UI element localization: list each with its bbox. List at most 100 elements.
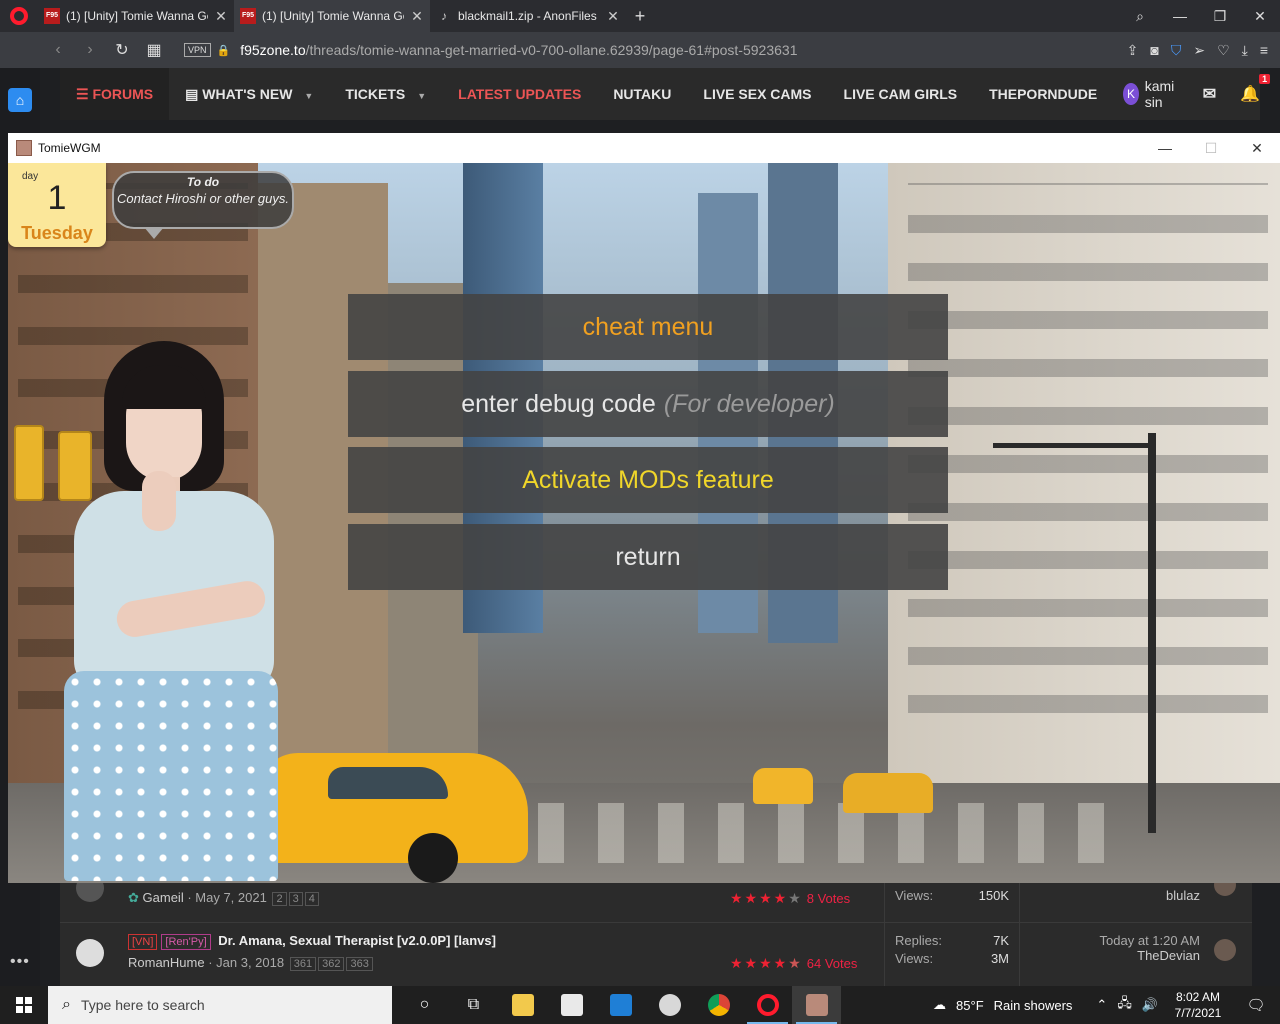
- character-skirt: [64, 671, 278, 881]
- home-icon[interactable]: ⌂: [8, 88, 32, 112]
- todo-text: Contact Hiroshi or other guys.: [117, 191, 289, 206]
- close-tab-icon[interactable]: ✕: [606, 8, 620, 25]
- user-menu[interactable]: K kami sin: [1113, 78, 1191, 110]
- debug-code-button[interactable]: enter debug code (For developer): [348, 371, 948, 437]
- volume-icon[interactable]: 🔊: [1142, 997, 1158, 1013]
- opera-menu-button[interactable]: [0, 0, 38, 32]
- nav-theporndude[interactable]: THEPORNDUDE: [973, 86, 1113, 102]
- activate-mods-button[interactable]: Activate MODs feature: [348, 447, 948, 513]
- lock-icon[interactable]: 🔒: [217, 44, 231, 57]
- page-link[interactable]: 363: [346, 957, 373, 971]
- last-poster: blulaz: [1166, 888, 1200, 903]
- bell-icon[interactable]: 🔔 1: [1228, 74, 1272, 104]
- page-link[interactable]: 361: [289, 957, 317, 971]
- url-field[interactable]: f95zone.to/threads/tomie-wanna-get-marri…: [240, 42, 797, 58]
- taskbar-search[interactable]: ⌕ Type here to search: [48, 986, 392, 1024]
- menu-icon[interactable]: ≡: [1260, 42, 1268, 59]
- more-icon[interactable]: •••: [10, 953, 30, 971]
- chevron-up-icon[interactable]: ⌃: [1096, 997, 1107, 1013]
- user-name: kami sin: [1144, 78, 1175, 110]
- search-placeholder: Type here to search: [80, 997, 205, 1013]
- close-tab-icon[interactable]: ✕: [214, 8, 228, 25]
- close-tab-icon[interactable]: ✕: [410, 8, 424, 25]
- file-explorer-icon[interactable]: [498, 986, 547, 1024]
- camera-icon[interactable]: ◙: [1150, 42, 1158, 59]
- forward-icon[interactable]: ›: [74, 41, 106, 59]
- weather-icon[interactable]: ☁: [933, 997, 946, 1013]
- search-tabs-icon[interactable]: ⌕: [1120, 0, 1160, 32]
- thread-author[interactable]: Gameil: [143, 890, 184, 905]
- close-window-icon[interactable]: ✕: [1240, 0, 1280, 32]
- cheat-menu-button[interactable]: cheat menu: [348, 294, 948, 360]
- prefix-renpy[interactable]: [Ren'Py]: [161, 934, 211, 950]
- thread-title[interactable]: Dr. Amana, Sexual Therapist [v2.0.0P] [l…: [218, 933, 496, 948]
- maximize-icon[interactable]: ☐: [1188, 140, 1234, 157]
- nav-whats-new[interactable]: ▤ WHAT'S NEW ▼: [169, 86, 329, 103]
- close-window-icon[interactable]: ✕: [1234, 140, 1280, 157]
- weather-desc[interactable]: Rain showers: [994, 998, 1073, 1013]
- game-app-icon: [16, 140, 32, 156]
- todo-title: To do: [186, 175, 220, 189]
- nav-latest-updates[interactable]: LATEST UPDATES: [442, 86, 597, 102]
- vote-count: 64 Votes: [806, 956, 858, 971]
- mail-icon[interactable]: ✉: [1191, 84, 1228, 104]
- game-taskbar-icon[interactable]: [792, 986, 841, 1024]
- page-link[interactable]: 4: [304, 892, 319, 906]
- page-link[interactable]: 2: [272, 892, 287, 906]
- nav-nutaku[interactable]: NUTAKU: [597, 86, 687, 102]
- tab-2-active[interactable]: F95 (1) [Unity] Tomie Wanna Get Married …: [234, 0, 430, 32]
- return-button[interactable]: return: [348, 524, 948, 590]
- new-tab-button[interactable]: +: [626, 0, 654, 32]
- clock[interactable]: 8:02 AM 7/7/2021: [1168, 989, 1228, 1021]
- minimize-icon[interactable]: —: [1160, 0, 1200, 32]
- paint-icon[interactable]: [645, 986, 694, 1024]
- tab-1[interactable]: F95 (1) [Unity] Tomie Wanna Get Married …: [38, 0, 234, 32]
- notifications-icon[interactable]: 🗨: [1238, 996, 1274, 1014]
- game-window-title: TomieWGM: [38, 141, 101, 155]
- reload-icon[interactable]: ↻: [106, 40, 138, 60]
- debug-note: (For developer): [663, 389, 835, 418]
- thread-meta: RomanHume · Jan 3, 2018 361 362 363: [128, 955, 373, 971]
- browser-tab-bar: F95 (1) [Unity] Tomie Wanna Get Married …: [0, 0, 1280, 32]
- taxi-car-distant: [753, 768, 813, 804]
- vpn-badge[interactable]: VPN: [184, 43, 211, 57]
- task-view-icon[interactable]: ⧉: [449, 986, 498, 1024]
- nav-forums[interactable]: ☰ FORUMS: [60, 68, 170, 120]
- prefix-vn[interactable]: [VN]: [128, 934, 158, 950]
- tabs-grid-icon[interactable]: ▦: [138, 40, 170, 60]
- weather-temp[interactable]: 85°F: [956, 998, 984, 1013]
- vote-count: 8 Votes: [806, 891, 851, 906]
- tab-title: blackmail1.zip - AnonFiles: [458, 9, 597, 23]
- game-title-bar[interactable]: TomieWGM — ☐ ✕: [8, 133, 1280, 163]
- chrome-icon[interactable]: [694, 986, 743, 1024]
- taxi-car: [258, 753, 528, 883]
- page-link[interactable]: 362: [318, 957, 345, 971]
- nav-tickets[interactable]: TICKETS ▼: [329, 86, 442, 102]
- page-link[interactable]: 3: [288, 892, 303, 906]
- nav-live-sex-cams[interactable]: LIVE SEX CAMS: [687, 86, 827, 102]
- todo-bubble: To do Contact Hiroshi or other guys.: [112, 171, 294, 239]
- shield-icon[interactable]: ⛉: [1171, 42, 1182, 59]
- thread-meta: ✿ Gameil · May 7, 2021 234: [128, 890, 319, 906]
- nav-live-cam-girls[interactable]: LIVE CAM GIRLS: [828, 86, 974, 102]
- tab-3[interactable]: ♪ blackmail1.zip - AnonFiles ✕: [430, 0, 626, 32]
- minimize-icon[interactable]: —: [1142, 140, 1188, 157]
- restore-icon[interactable]: ❐: [1200, 0, 1240, 32]
- mail-icon[interactable]: [596, 986, 645, 1024]
- store-icon[interactable]: [547, 986, 596, 1024]
- cortana-icon[interactable]: ○: [400, 986, 449, 1024]
- network-icon[interactable]: 🖧: [1117, 994, 1132, 1016]
- views-count: 150K: [978, 888, 1009, 903]
- last-poster-name[interactable]: TheDevian: [1100, 948, 1200, 963]
- start-button[interactable]: [0, 986, 48, 1024]
- folder-shape: [511, 994, 534, 1016]
- thread-author[interactable]: RomanHume: [128, 955, 205, 970]
- opera-taskbar-icon[interactable]: [743, 986, 792, 1024]
- share-icon[interactable]: ⇪: [1127, 42, 1139, 59]
- back-icon[interactable]: ‹: [42, 41, 74, 59]
- weekday: Tuesday: [21, 223, 93, 243]
- heart-icon[interactable]: ♡: [1217, 42, 1230, 59]
- thread-row[interactable]: [VN] [Ren'Py] Dr. Amana, Sexual Therapist…: [60, 922, 1252, 986]
- download-icon[interactable]: ⤓: [1242, 42, 1248, 59]
- send-icon[interactable]: ➢: [1193, 42, 1205, 59]
